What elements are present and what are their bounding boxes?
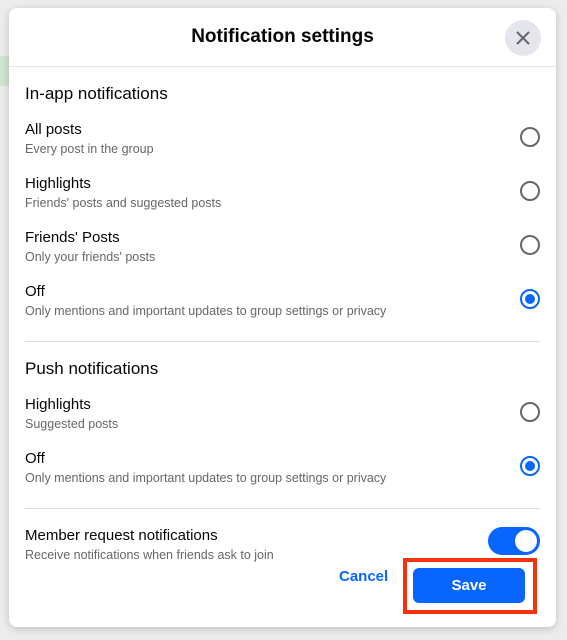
option-desc: Only mentions and important updates to g…	[25, 304, 387, 318]
option-friends-posts[interactable]: Friends' Posts Only your friends' posts	[25, 227, 540, 281]
radio-friends-posts[interactable]	[520, 235, 540, 255]
option-label: All posts	[25, 121, 82, 138]
option-desc: Only mentions and important updates to g…	[25, 471, 387, 485]
section-title: Push notifications	[25, 359, 159, 378]
radio-all-posts[interactable]	[520, 127, 540, 147]
push-option-highlights[interactable]: Highlights Suggested posts	[25, 394, 540, 448]
option-off[interactable]: Off Only mentions and important updates t…	[25, 281, 540, 335]
cancel-button[interactable]: Cancel	[339, 568, 388, 585]
dialog-header: Notification settings	[9, 8, 556, 67]
option-label: Off	[25, 450, 45, 467]
push-option-off[interactable]: Off Only mentions and important updates t…	[25, 448, 540, 502]
close-icon	[516, 31, 530, 45]
radio-off[interactable]	[520, 289, 540, 309]
radio-highlights[interactable]	[520, 181, 540, 201]
save-button[interactable]: Save	[413, 568, 525, 603]
option-desc: Friends' posts and suggested posts	[25, 196, 222, 210]
radio-push-off[interactable]	[520, 456, 540, 476]
push-section: Push notifications Highlights Suggested p…	[9, 342, 556, 502]
option-label: Friends' Posts	[25, 229, 120, 246]
option-highlights[interactable]: Highlights Friends' posts and suggested p…	[25, 173, 540, 227]
option-desc: Every post in the group	[25, 142, 154, 156]
option-label: Highlights	[25, 175, 91, 192]
in-app-section: In-app notifications All posts Every post…	[9, 67, 556, 335]
close-button[interactable]	[505, 20, 541, 56]
option-label: Highlights	[25, 396, 91, 413]
dialog-title: Notification settings	[191, 26, 374, 47]
option-label: Member request notifications	[25, 527, 218, 544]
option-desc: Only your friends' posts	[25, 250, 156, 264]
option-label: Off	[25, 283, 45, 300]
radio-push-highlights[interactable]	[520, 402, 540, 422]
option-desc: Suggested posts	[25, 417, 119, 431]
notification-settings-dialog: Notification settings In-app notificatio…	[9, 8, 556, 627]
section-title: In-app notifications	[25, 84, 168, 103]
member-request-toggle[interactable]	[488, 527, 540, 555]
option-all-posts[interactable]: All posts Every post in the group	[25, 119, 540, 173]
